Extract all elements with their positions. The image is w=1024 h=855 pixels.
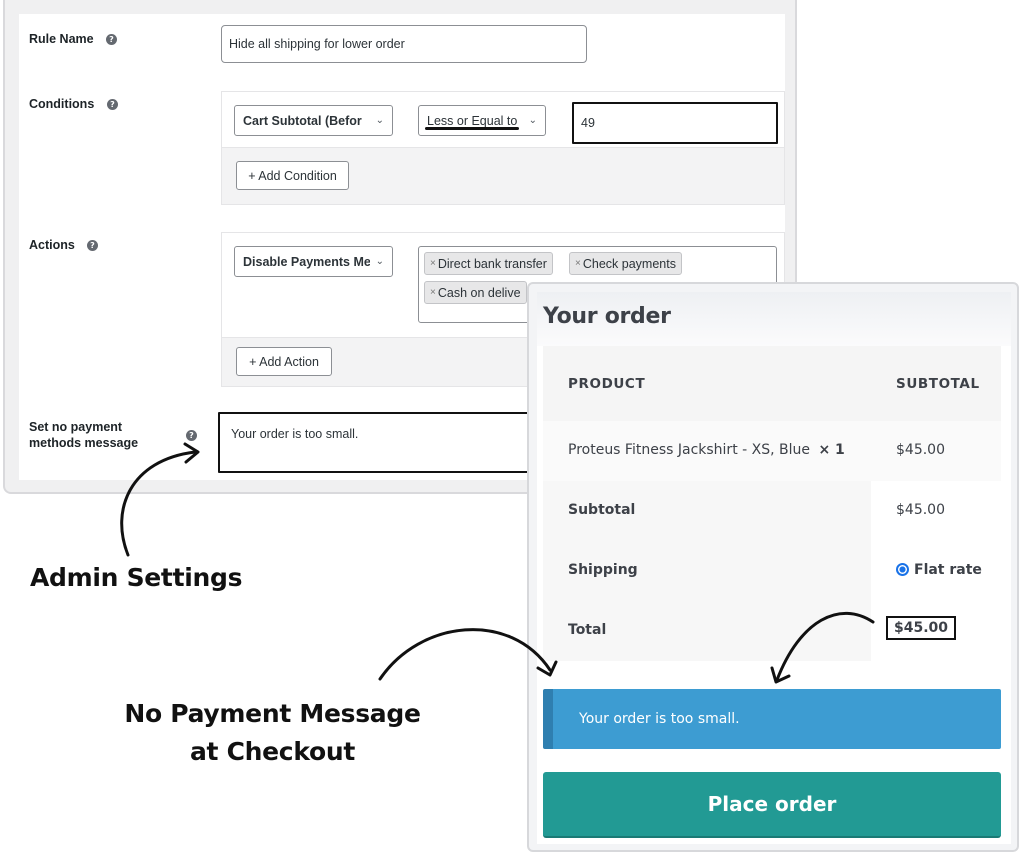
condition-value: 49: [581, 116, 595, 130]
conditions-label: Conditions: [29, 97, 95, 111]
help-icon[interactable]: ?: [106, 34, 117, 45]
shipping-option[interactable]: Flat rate: [896, 562, 982, 578]
admin-settings-caption: Admin Settings: [30, 563, 243, 592]
remove-icon[interactable]: ×: [575, 258, 581, 269]
checkout-caption-line-2: at Checkout: [189, 737, 356, 766]
checkout-order-panel: Your order PRODUCT SUBTOTAL Proteus Fitn…: [527, 282, 1019, 852]
add-condition-button[interactable]: + Add Condition: [236, 161, 349, 190]
shipping-label: Shipping: [568, 562, 638, 578]
payment-method-chip: × Cash on delive: [424, 281, 527, 304]
action-type-value: Disable Payments Me: [243, 254, 370, 269]
chevron-down-icon: ⌄: [375, 256, 384, 267]
actions-label: Actions: [29, 238, 75, 252]
item-subtotal: $45.00: [896, 442, 945, 458]
condition-operator-value: Less or Equal to: [427, 113, 518, 128]
condition-field-select[interactable]: Cart Subtotal (Befor ⌄: [234, 105, 393, 136]
chip-label: Direct bank transfer: [437, 256, 547, 271]
checkout-caption-line-1: No Payment Message: [124, 699, 421, 728]
conditions-group: Cart Subtotal (Befor ⌄ Less or Equal to …: [221, 91, 785, 205]
payment-method-chip: × Direct bank transfer: [424, 252, 553, 275]
shipping-option-label: Flat rate: [914, 562, 982, 578]
radio-selected-icon[interactable]: [896, 563, 909, 576]
item-name: Proteus Fitness Jackshirt - XS, Blue × 1: [568, 442, 845, 458]
condition-operator-select[interactable]: Less or Equal to ⌄: [418, 105, 546, 136]
arrow-caption-to-notice: [378, 628, 552, 681]
add-action-button[interactable]: + Add Action: [236, 347, 332, 376]
remove-icon[interactable]: ×: [430, 258, 436, 269]
order-review: Your order PRODUCT SUBTOTAL Proteus Fitn…: [537, 292, 1011, 844]
column-product: PRODUCT: [568, 376, 646, 392]
rule-name-label: Rule Name: [29, 32, 94, 46]
help-icon[interactable]: ?: [186, 430, 197, 441]
order-title: Your order: [543, 304, 671, 329]
label-line-2: methods message: [29, 436, 139, 450]
rule-name-input[interactable]: Hide all shipping for lower order: [221, 25, 587, 63]
no-payment-message-label: Set no payment methods message: [29, 419, 138, 451]
payment-method-chip: × Check payments: [569, 252, 682, 275]
item-name-text: Proteus Fitness Jackshirt - XS, Blue: [568, 442, 810, 458]
conditions-footer: + Add Condition: [222, 147, 784, 204]
checkout-caption: No Payment Message at Checkout: [100, 695, 445, 771]
label-line-1: Set no payment: [29, 420, 123, 434]
rule-name-value: Hide all shipping for lower order: [229, 37, 405, 51]
chevron-down-icon: ⌄: [528, 115, 537, 126]
chip-label: Cash on delive: [437, 285, 521, 300]
remove-icon[interactable]: ×: [430, 287, 436, 298]
no-payment-notice: Your order is too small.: [543, 689, 1001, 749]
annotation-underline: [425, 127, 519, 130]
column-subtotal: SUBTOTAL: [896, 376, 980, 392]
action-type-select[interactable]: Disable Payments Me ⌄: [234, 246, 393, 277]
condition-field-value: Cart Subtotal (Befor: [243, 113, 362, 128]
help-icon[interactable]: ?: [107, 99, 118, 110]
chip-label: Check payments: [582, 256, 676, 271]
item-qty: × 1: [818, 442, 845, 458]
no-payment-message-value: Your order is too small.: [231, 427, 359, 441]
place-order-button[interactable]: Place order: [543, 772, 1001, 838]
chevron-down-icon: ⌄: [375, 115, 384, 126]
condition-value-input[interactable]: 49: [572, 102, 778, 144]
subtotal-label: Subtotal: [568, 502, 636, 518]
help-icon[interactable]: ?: [87, 240, 98, 251]
total-label: Total: [568, 622, 607, 638]
subtotal-value: $45.00: [896, 502, 945, 518]
total-value: $45.00: [886, 616, 957, 640]
